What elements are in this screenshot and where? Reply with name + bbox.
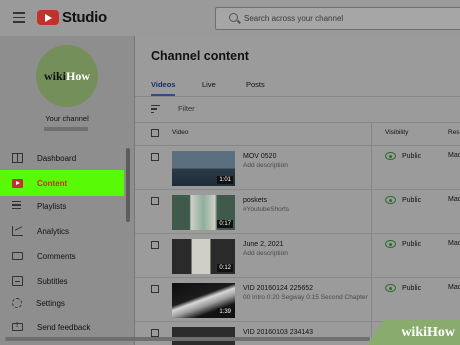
restrictions-value: Made — [448, 196, 460, 203]
duration-badge: 0:17 — [217, 220, 233, 228]
video-thumbnail[interactable]: 1:39 — [172, 283, 235, 318]
video-description[interactable]: Add description — [243, 250, 373, 258]
main-content: Channel content Videos Live Posts Filter… — [135, 36, 460, 345]
column-header-restrictions[interactable]: Res — [448, 129, 460, 136]
column-header-visibility[interactable]: Visibility — [385, 129, 408, 136]
channel-label: Your channel — [45, 114, 89, 123]
visibility-status[interactable]: Public — [385, 152, 421, 160]
video-thumbnail[interactable] — [172, 327, 235, 345]
sidebar-item-label: Analytics — [37, 226, 70, 236]
sidebar-item-label: Send feedback — [37, 322, 91, 332]
eye-icon — [385, 240, 396, 248]
sidebar-item-send-feedback[interactable]: Send feedback — [0, 316, 124, 338]
visibility-label: Public — [402, 284, 422, 292]
logo-text: Studio — [62, 8, 107, 26]
video-title[interactable]: MOV 0520 — [243, 152, 373, 161]
sidebar-item-playlists[interactable]: Playlists — [0, 195, 124, 217]
horizontal-scrollbar[interactable] — [5, 337, 370, 341]
table-row[interactable]: 0:12 June 2, 2021 Add description Public… — [135, 233, 460, 278]
search-box[interactable] — [215, 7, 460, 30]
sidebar-item-dashboard[interactable]: Dashboard — [0, 147, 124, 169]
hamburger-menu-icon[interactable] — [13, 12, 25, 23]
visibility-status[interactable]: Public — [385, 196, 421, 204]
comments-icon — [12, 252, 23, 260]
tab-videos[interactable]: Videos — [151, 80, 175, 89]
video-title[interactable]: poskets — [243, 196, 373, 205]
row-checkbox[interactable] — [151, 285, 159, 293]
restrictions-value: Made — [448, 284, 460, 291]
video-title[interactable]: June 2, 2021 — [243, 240, 373, 249]
visibility-status[interactable]: Public — [385, 284, 421, 292]
subtitles-icon — [12, 276, 23, 286]
tab-live[interactable]: Live — [202, 80, 216, 89]
eye-icon — [385, 196, 396, 204]
feedback-icon — [12, 322, 23, 331]
row-checkbox[interactable] — [151, 153, 159, 161]
duration-badge: 0:12 — [217, 264, 233, 272]
table-row[interactable]: 1:01 MOV 0520 Add description Public Mad… — [135, 145, 460, 190]
search-icon — [229, 13, 238, 22]
video-title[interactable]: VID 20160103 234143 — [243, 328, 373, 337]
visibility-label: Public — [402, 240, 422, 248]
sidebar-item-label: Dashboard — [37, 153, 77, 163]
table-header: Video Visibility Res — [135, 122, 460, 146]
sidebar-item-label: Settings — [36, 298, 65, 308]
row-checkbox[interactable] — [151, 197, 159, 205]
youtube-play-icon — [37, 9, 59, 25]
dashboard-icon — [12, 153, 23, 163]
playlists-icon — [12, 201, 23, 211]
video-thumbnail[interactable]: 1:01 — [172, 151, 235, 186]
sidebar-scrollbar[interactable] — [126, 148, 130, 222]
avatar-text-how: How — [66, 68, 90, 83]
row-checkbox[interactable] — [151, 329, 159, 337]
sidebar-item-comments[interactable]: Comments — [0, 245, 124, 267]
watermark-text-how: How — [427, 324, 455, 340]
sidebar-item-label: Comments — [37, 251, 76, 261]
select-all-checkbox[interactable] — [151, 129, 159, 137]
sidebar: wiki How Your channel Dashboard Content P… — [0, 36, 135, 345]
duration-badge: 1:01 — [217, 176, 233, 184]
sidebar-item-subtitles[interactable]: Subtitles — [0, 270, 124, 292]
channel-avatar[interactable]: wiki How — [36, 45, 98, 107]
table-row[interactable]: 1:39 VID 20160124 225652 00 Intro 0:20 S… — [135, 277, 460, 322]
sidebar-item-label: Content — [37, 178, 68, 188]
analytics-icon — [12, 226, 23, 236]
row-checkbox[interactable] — [151, 241, 159, 249]
column-header-video[interactable]: Video — [172, 129, 189, 136]
sidebar-item-content[interactable]: Content — [0, 170, 124, 196]
top-bar: Studio — [0, 0, 460, 36]
duration-badge: 1:39 — [217, 308, 233, 316]
eye-icon — [385, 152, 396, 160]
video-thumbnail[interactable]: 0:17 — [172, 195, 235, 230]
avatar-text-wiki: wiki — [43, 68, 66, 83]
sidebar-item-settings[interactable]: Settings — [0, 292, 124, 314]
gear-icon — [12, 298, 22, 308]
video-description[interactable]: 00 Intro 0:20 Segway 0:15 Second Chapter — [243, 294, 373, 302]
visibility-status[interactable]: Public — [385, 240, 421, 248]
youtube-studio-logo[interactable]: Studio — [37, 8, 107, 26]
page-title: Channel content — [151, 49, 249, 63]
table-row[interactable]: 0:17 poskets #YoutubeShorts Public Made — [135, 189, 460, 234]
filter-bar[interactable]: Filter — [135, 97, 460, 121]
search-input[interactable] — [244, 11, 454, 25]
content-icon — [12, 178, 23, 188]
eye-icon — [385, 284, 396, 292]
tab-posts[interactable]: Posts — [246, 80, 265, 89]
video-title[interactable]: VID 20160124 225652 — [243, 284, 373, 293]
video-thumbnail[interactable]: 0:12 — [172, 239, 235, 274]
restrictions-value: Made — [448, 240, 460, 247]
restrictions-value: Made — [448, 152, 460, 159]
visibility-label: Public — [402, 196, 422, 204]
sidebar-item-label: Subtitles — [37, 276, 68, 286]
sidebar-item-analytics[interactable]: Analytics — [0, 220, 124, 242]
sidebar-item-label: Playlists — [37, 201, 67, 211]
video-description[interactable]: Add description — [243, 162, 373, 170]
filter-input[interactable]: Filter — [178, 104, 195, 113]
visibility-label: Public — [402, 152, 422, 160]
video-description[interactable]: #YoutubeShorts — [243, 206, 373, 214]
filter-icon[interactable] — [151, 105, 160, 113]
watermark-text-wiki: wiki — [401, 324, 427, 340]
channel-name-redacted — [44, 127, 88, 131]
